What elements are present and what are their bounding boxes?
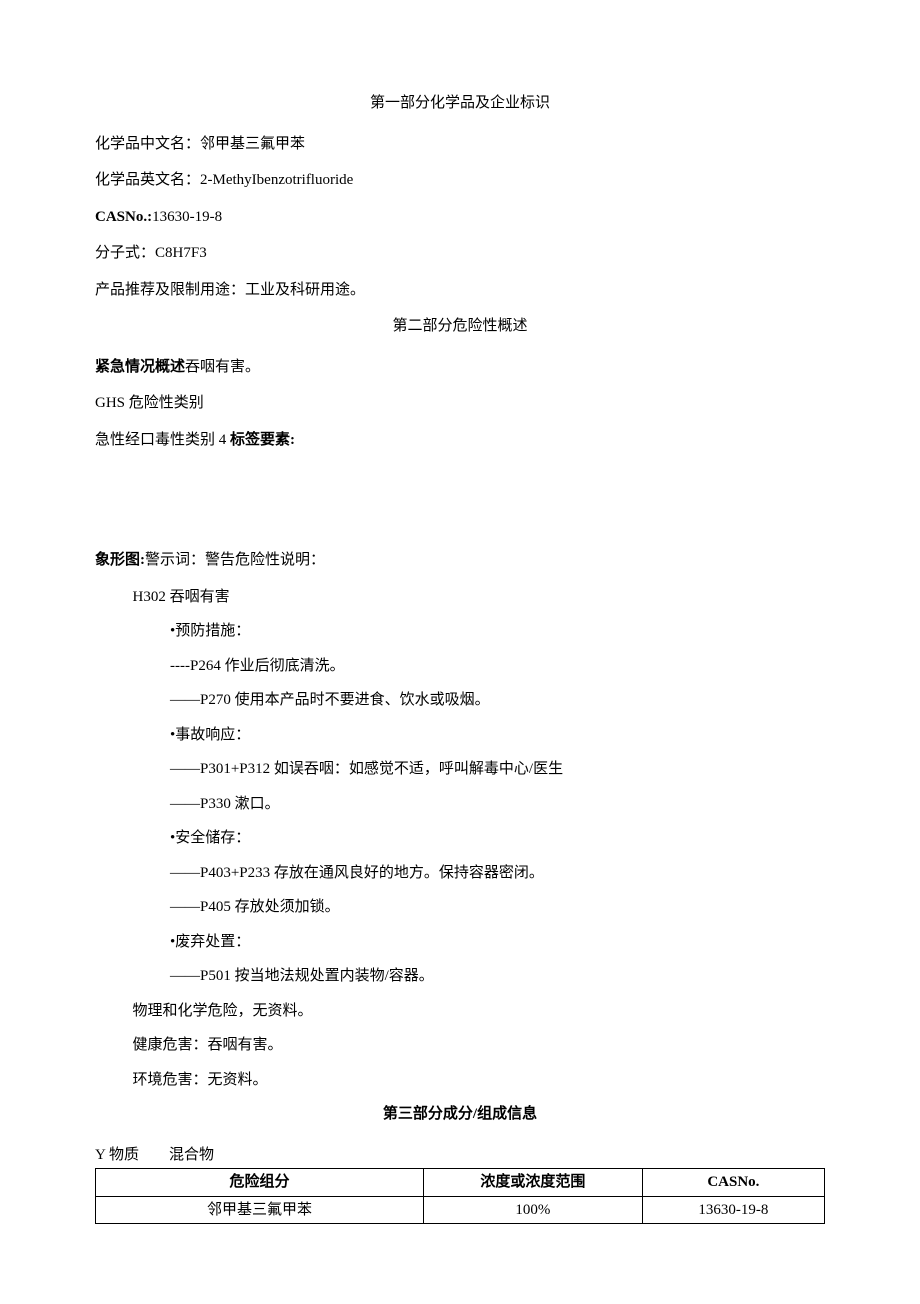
composition-table: 危险组分 浓度或浓度范围 CASNo. 邻甲基三氟甲苯 100% 13630-1… — [95, 1168, 825, 1224]
emergency-label: 紧急情况概述 — [95, 359, 185, 375]
pictogram-label: 象形图: — [95, 552, 145, 568]
th-component: 危险组分 — [96, 1169, 424, 1197]
h302-statement: H302 吞咽有害 — [133, 586, 826, 609]
cas-number: CASNo.:13630-19-8 — [95, 206, 825, 229]
p501-statement: ——P501 按当地法规处置内装物/容器。 — [170, 965, 825, 988]
env-hazard: 环境危害：无资料。 — [133, 1069, 826, 1092]
storage-header: •安全储存： — [170, 827, 825, 850]
subst-prefix: Y 物质 — [95, 1147, 139, 1163]
p405-statement: ——P405 存放处须加锁。 — [170, 896, 825, 919]
formula-label: 分子式： — [95, 245, 155, 261]
chemical-name-en: 化学品英文名：2-MethyIbenzotrifluoride — [95, 169, 825, 192]
chemical-name-cn: 化学品中文名：邻甲基三氟甲苯 — [95, 133, 825, 156]
subst-mix: 混合物 — [169, 1147, 214, 1163]
recommended-use: 产品推荐及限制用途：工业及科研用途。 — [95, 279, 825, 302]
name-en-value: 2-MethyIbenzotrifluoride — [200, 172, 353, 188]
signal-label: 警示词： — [145, 552, 205, 568]
table-row: 邻甲基三氟甲苯 100% 13630-19-8 — [96, 1196, 825, 1224]
p270-statement: ——P270 使用本产品时不要进食、饮水或吸烟。 — [170, 689, 825, 712]
pictogram-placeholder — [95, 465, 825, 535]
cas-label: CASNo.: — [95, 209, 152, 225]
acute-text: 急性经口毒性类别 4 — [95, 432, 230, 448]
pictogram-signal-line: 象形图:警示词：警告危险性说明： — [95, 549, 825, 572]
signal-value: 警告 — [205, 552, 235, 568]
td-cas: 13630-19-8 — [642, 1196, 824, 1224]
hazard-label: 危险性说明： — [235, 552, 325, 568]
health-hazard: 健康危害：吞咽有害。 — [133, 1034, 826, 1057]
p330-statement: ——P330 漱口。 — [170, 793, 825, 816]
tag-label: 标签要素: — [230, 432, 295, 448]
section2-title: 第二部分危险性概述 — [95, 315, 825, 338]
response-header: •事故响应： — [170, 724, 825, 747]
cas-value: 13630-19-8 — [152, 209, 222, 225]
formula-value: C8H7F3 — [155, 245, 207, 261]
table-header-row: 危险组分 浓度或浓度范围 CASNo. — [96, 1169, 825, 1197]
use-label: 产品推荐及限制用途： — [95, 282, 245, 298]
th-concentration: 浓度或浓度范围 — [424, 1169, 643, 1197]
p301-statement: ——P301+P312 如误吞咽：如感觉不适，呼叫解毒中心/医生 — [170, 758, 825, 781]
substance-type-line: Y 物质 混合物 — [95, 1144, 825, 1167]
section1-title: 第一部分化学品及企业标识 — [95, 92, 825, 115]
disposal-header: •废弃处置： — [170, 931, 825, 954]
name-en-label: 化学品英文名： — [95, 172, 200, 188]
section3-title: 第三部分成分/组成信息 — [95, 1103, 825, 1126]
ghs-category: GHS 危险性类别 — [95, 392, 825, 415]
ghs-label: GHS 危险性类别 — [95, 395, 204, 411]
td-concentration: 100% — [424, 1196, 643, 1224]
emergency-overview: 紧急情况概述吞咽有害。 — [95, 356, 825, 379]
name-cn-label: 化学品中文名： — [95, 136, 200, 152]
p264-statement: ----P264 作业后彻底清洗。 — [170, 655, 825, 678]
th-cas: CASNo. — [642, 1169, 824, 1197]
acute-toxicity: 急性经口毒性类别 4 标签要素: — [95, 429, 825, 452]
name-cn-value: 邻甲基三氟甲苯 — [200, 136, 305, 152]
prevention-header: •预防措施： — [170, 620, 825, 643]
emergency-value: 吞咽有害。 — [185, 359, 260, 375]
td-component: 邻甲基三氟甲苯 — [96, 1196, 424, 1224]
use-value: 工业及科研用途。 — [245, 282, 365, 298]
p403-statement: ——P403+P233 存放在通风良好的地方。保持容器密闭。 — [170, 862, 825, 885]
molecular-formula: 分子式：C8H7F3 — [95, 242, 825, 265]
physical-hazard: 物理和化学危险，无资料。 — [133, 1000, 826, 1023]
